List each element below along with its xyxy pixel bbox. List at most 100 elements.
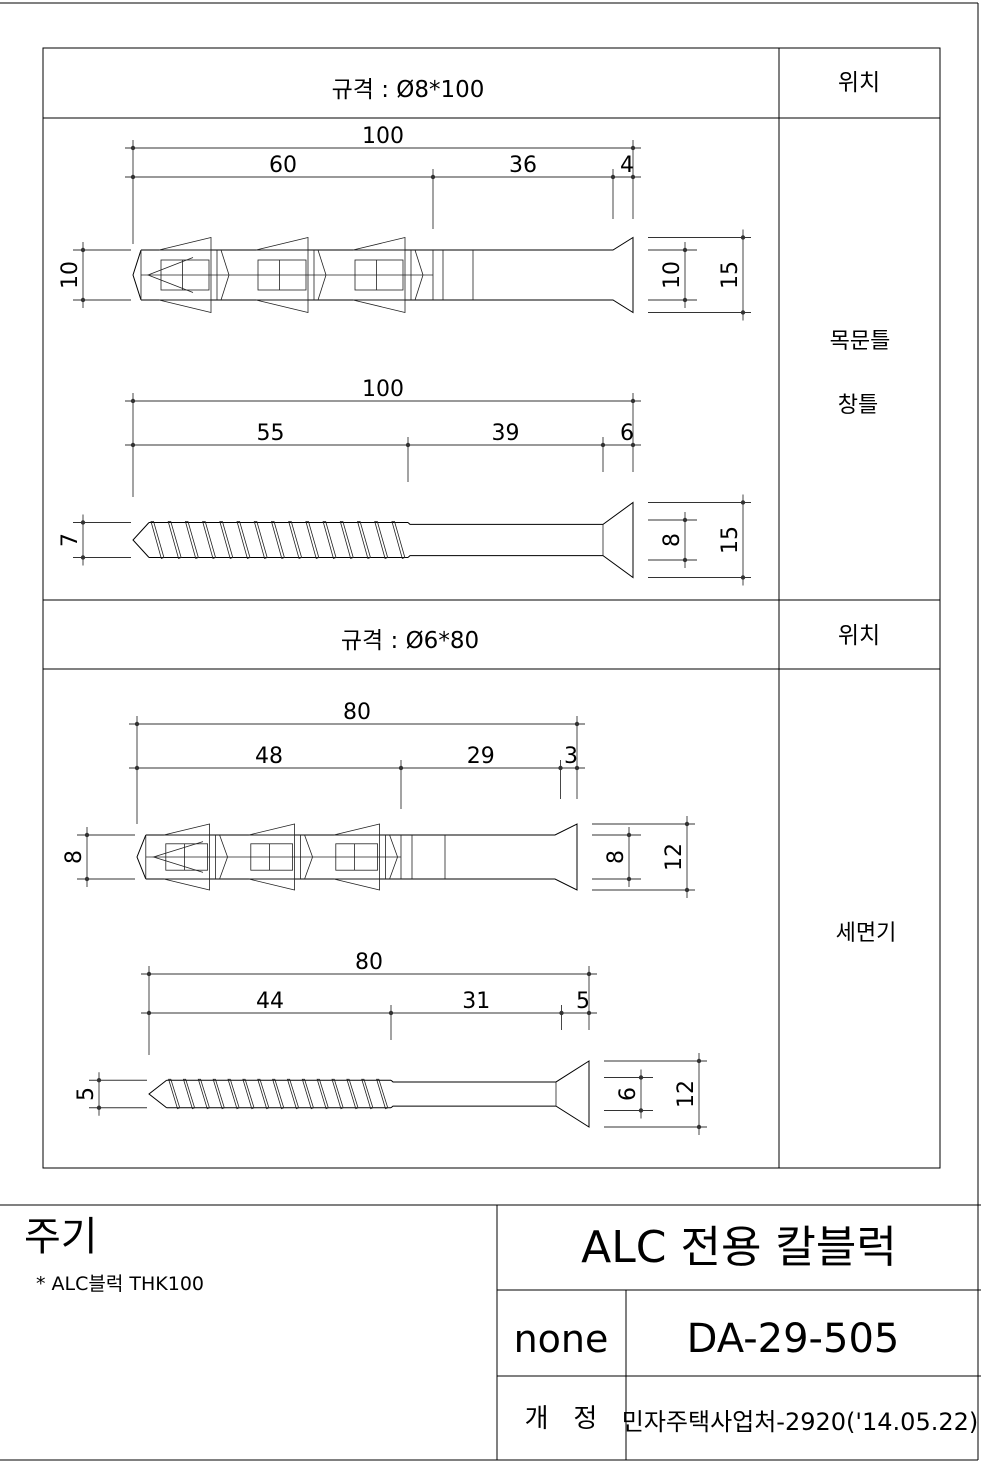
spec-header-2: 규격 : Ø6*80 xyxy=(341,628,479,654)
anchor-fin xyxy=(163,878,210,891)
screw-thread xyxy=(242,1078,255,1110)
anchor-rib xyxy=(304,856,313,880)
notes-title: 주기 xyxy=(24,1214,98,1260)
screw-thread xyxy=(167,521,182,560)
dimension-label: 6 xyxy=(616,1087,641,1101)
screw-thread xyxy=(301,1078,314,1110)
dimension-label: 7 xyxy=(58,533,83,547)
screw-thread xyxy=(270,521,285,560)
dimension-label: 8 xyxy=(62,850,87,864)
dimension-dot xyxy=(638,1108,644,1113)
dimension-dot xyxy=(740,235,746,240)
anchor-rib xyxy=(219,856,228,880)
dimension-dot xyxy=(638,1075,644,1080)
dimension-dot xyxy=(684,887,690,893)
anchor-rib xyxy=(220,249,230,276)
dimension-label: 55 xyxy=(257,421,285,446)
dimension-label: 12 xyxy=(674,1080,699,1108)
anchor-fin xyxy=(255,299,309,314)
dimension-dot xyxy=(80,555,86,560)
dimension-dot xyxy=(740,500,746,505)
screw-thread xyxy=(339,521,354,560)
wall-anchor-drawing: 80 48 29 3 8 8 12 xyxy=(62,700,695,898)
location-3: 세면기 xyxy=(836,921,897,946)
dimension-label: 10 xyxy=(660,261,685,289)
dimension-label: 8 xyxy=(604,850,629,864)
anchor-rib xyxy=(317,249,327,276)
dimension-label: 80 xyxy=(343,700,371,725)
dimension-label: 39 xyxy=(492,421,520,446)
dimension-label: 31 xyxy=(462,989,490,1014)
dimension-label: 4 xyxy=(620,153,634,178)
screw-thread xyxy=(150,521,165,560)
screw-drawing: 100 55 39 6 7 8 15 xyxy=(58,377,751,586)
screw-thread xyxy=(346,1078,359,1110)
drawing-title: ALC 전용 칼블럭 xyxy=(581,1222,897,1273)
anchor-fin xyxy=(248,823,295,836)
screw-thread xyxy=(357,521,371,560)
dimension-label: 80 xyxy=(355,950,383,975)
dimension-label: 100 xyxy=(362,124,404,149)
screw-thread xyxy=(331,1078,344,1110)
anchor-rib xyxy=(317,274,327,301)
dimension-label: 48 xyxy=(255,744,283,769)
dimension-dot xyxy=(80,520,86,525)
dimension-dot xyxy=(80,297,86,303)
screw-thread xyxy=(374,521,389,560)
dimension-dot xyxy=(682,297,688,303)
anchor-rib xyxy=(304,834,313,858)
screw-thread xyxy=(391,521,406,560)
dimension-label: 100 xyxy=(362,377,404,402)
anchor-fin xyxy=(158,299,212,314)
screw-shank xyxy=(407,501,634,579)
anchor-rib xyxy=(220,274,230,301)
screw-thread xyxy=(322,521,337,560)
drawing-number: DA-29-505 xyxy=(687,1316,900,1362)
screw-thread xyxy=(168,1078,181,1110)
screw-tip xyxy=(148,1079,167,1109)
dimension-label: 12 xyxy=(662,843,687,871)
anchor-fin xyxy=(255,236,309,251)
anchor-fin xyxy=(352,299,406,314)
anchor-fin xyxy=(163,823,210,836)
dimension-label: 6 xyxy=(620,421,634,446)
location-1: 목문틀 xyxy=(830,329,891,354)
screw-thread xyxy=(227,1078,240,1110)
screw-thread xyxy=(253,521,268,560)
revision-label: 개 정 xyxy=(525,1404,598,1434)
dimension-dot xyxy=(740,575,746,580)
screw-thread xyxy=(212,1078,225,1110)
anchor-rib xyxy=(414,274,424,301)
anchor-rib xyxy=(389,856,398,880)
anchor-rib xyxy=(389,834,398,858)
screw-thread xyxy=(197,1078,210,1110)
screw-thread xyxy=(288,521,303,560)
screw-shank xyxy=(390,1060,590,1128)
dimension-dot xyxy=(682,247,688,253)
dimension-dot xyxy=(696,1124,702,1130)
screw-tip xyxy=(132,522,150,558)
dimension-label: 15 xyxy=(718,526,743,554)
dimension-dot xyxy=(682,517,688,523)
anchor-fin xyxy=(333,823,380,836)
dimension-label: 36 xyxy=(509,153,537,178)
screw-thread xyxy=(286,1078,300,1110)
screw-thread xyxy=(257,1078,270,1110)
dimension-dot xyxy=(682,557,688,563)
dimension-label: 3 xyxy=(564,744,578,769)
location-header-2: 위치 xyxy=(838,623,880,649)
screw-thread xyxy=(376,1078,389,1110)
anchor-fin xyxy=(352,236,406,251)
dimension-dot xyxy=(684,821,690,827)
dimension-label: 44 xyxy=(256,989,284,1014)
dimension-dot xyxy=(80,247,86,253)
dimension-label: 8 xyxy=(660,533,685,547)
screw-thread xyxy=(316,1078,329,1110)
spec-header-1: 규격 : Ø8*100 xyxy=(332,77,485,103)
wall-anchor-drawing: 100 60 36 4 10 10 15 xyxy=(58,124,751,321)
dimension-label: 5 xyxy=(576,989,590,1014)
screw-thread xyxy=(219,521,234,560)
anchor-fin xyxy=(333,878,380,891)
anchor-tip xyxy=(132,249,142,301)
drawing-sheet: 규격 : Ø8*100 위치 목문틀 창틀 규격 : Ø6*80 위치 세면기 … xyxy=(0,2,981,1461)
